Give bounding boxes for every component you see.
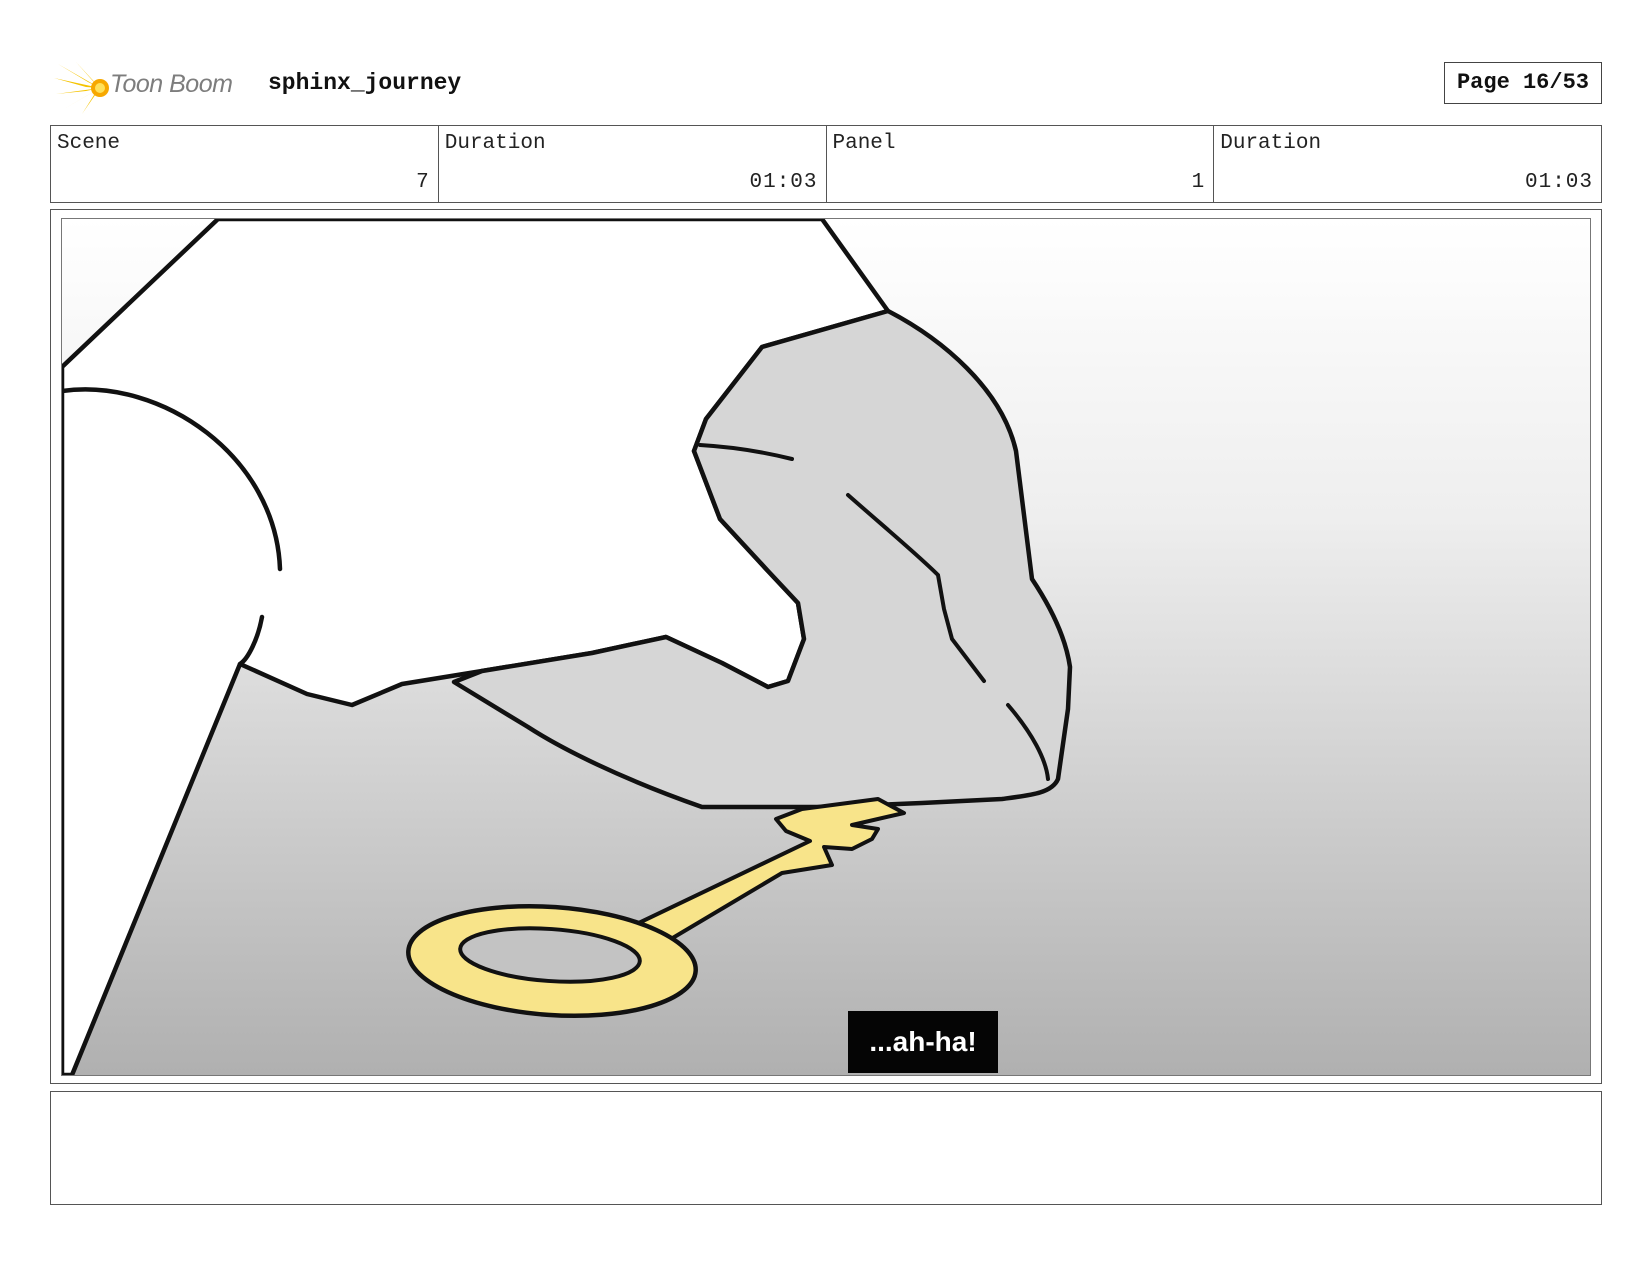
toon-boom-logo: Toon Boom <box>54 58 254 114</box>
logo-text: Toon Boom <box>110 70 233 98</box>
page-indicator: Page 16/53 <box>1443 62 1602 104</box>
scene-label: Scene <box>57 132 121 155</box>
panel-label: Panel <box>832 132 896 155</box>
scene-info-table: Scene 7 Duration 01:03 Panel 1 Duration … <box>50 125 1602 203</box>
scene-value: 7 <box>416 171 430 194</box>
panel-value: 1 <box>1191 171 1206 194</box>
scene-duration-cell: Duration 01:03 <box>439 126 827 202</box>
panel-duration-cell: Duration 01:03 <box>1214 126 1601 202</box>
project-title: sphinx_journey <box>268 70 462 96</box>
scene-cell: Scene 7 <box>51 126 439 202</box>
panel-drawing: ...ah-ha! <box>61 218 1591 1076</box>
panel-cell: Panel 1 <box>827 126 1215 202</box>
panel-notes-box[interactable] <box>50 1091 1602 1205</box>
panel-duration-value: 01:03 <box>1524 171 1593 194</box>
scene-duration-value: 01:03 <box>749 171 818 194</box>
starburst-icon <box>54 62 109 114</box>
scene-duration-label: Duration <box>444 132 546 155</box>
panel-duration-label: Duration <box>1220 132 1322 155</box>
page-header: Toon Boom sphinx_journey Page 16/53 <box>50 56 1602 114</box>
panel-illustration <box>62 219 1590 1075</box>
subtitle-caption: ...ah-ha! <box>848 1011 998 1073</box>
storyboard-panel-frame: ...ah-ha! <box>50 209 1602 1084</box>
